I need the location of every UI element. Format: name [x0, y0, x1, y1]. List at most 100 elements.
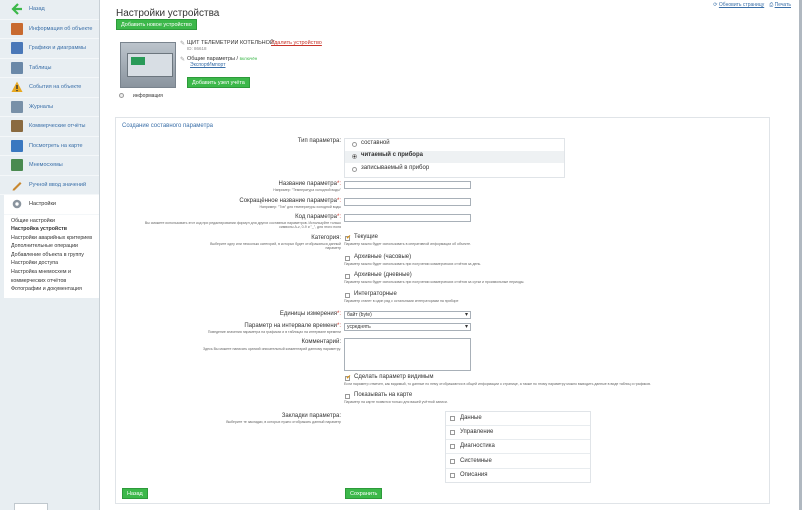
submenu-operations[interactable]: Дополнительные операции — [11, 242, 99, 251]
cat-integrator-label: Интегрaторные — [354, 291, 397, 297]
cat-current-label: Текущие — [354, 234, 378, 240]
device-image[interactable] — [120, 42, 176, 88]
type-label: Тип параметра: — [297, 138, 341, 144]
chart-icon — [11, 42, 23, 55]
export-link[interactable]: Экспорт — [190, 62, 209, 68]
code-input[interactable] — [344, 214, 471, 222]
submenu-photos[interactable]: Фотографии и документация — [11, 285, 99, 294]
type-option-composite: составной — [361, 140, 390, 146]
map-label: Показывать на карте — [354, 392, 413, 398]
submenu-access[interactable]: Настройки доступа — [11, 259, 99, 268]
comment-hint: Здесь Вы можете написать краткий описате… — [203, 347, 341, 351]
back-button[interactable]: Назад — [122, 488, 148, 499]
tab-diagnostics-checkbox[interactable] — [450, 444, 455, 449]
cat-daily-checkbox[interactable] — [345, 274, 350, 279]
main-content: Настройки устройства ⟳ Обновить страницу… — [100, 0, 802, 510]
name-input[interactable] — [344, 181, 471, 189]
nav-tables[interactable]: Таблицы — [0, 59, 99, 78]
unit-select[interactable]: байт (byte) — [344, 311, 471, 319]
cat-current-checkbox[interactable] — [345, 236, 350, 241]
submenu-general[interactable]: Общие настройки — [11, 217, 99, 226]
nav-back[interactable]: Назад — [0, 0, 99, 20]
interval-label: Параметр на интервале времени*: — [244, 323, 341, 329]
add-node-button[interactable]: Добавить узел учёта — [187, 77, 250, 88]
tab-row-control[interactable]: Управление — [446, 426, 590, 440]
tab-control-checkbox[interactable] — [450, 430, 455, 435]
interval-select[interactable]: усреднять — [344, 323, 471, 331]
cat-hourly-hint: Параметр можно будет использовать при по… — [344, 262, 482, 266]
visible-checkbox[interactable] — [345, 376, 350, 381]
mnemonic-icon — [11, 159, 23, 172]
nav-charts[interactable]: Графики и диаграммы — [0, 39, 99, 59]
refresh-link[interactable]: ⟳ Обновить страницу — [713, 2, 764, 8]
page-title: Настройки устройства — [116, 8, 220, 19]
add-device-button[interactable]: Добавить новое устройство — [116, 19, 197, 30]
submenu-mnemonics[interactable]: Настройка мнемосхем и — [11, 268, 99, 277]
tabs-hint: Выберите те закладки, в которых нужно от… — [226, 420, 341, 424]
map-hint: Параметр на карте появится только для ва… — [344, 400, 448, 404]
import-link[interactable]: Импорт — [208, 62, 225, 68]
comment-textarea[interactable] — [344, 338, 471, 371]
category-label: Категория: — [311, 235, 341, 241]
edit-icon[interactable]: ✎ — [180, 40, 185, 47]
tab-row-system[interactable]: Системные — [446, 455, 590, 469]
print-link[interactable]: ⎙ Печать — [769, 2, 791, 8]
params-edit-icon[interactable]: ✎ — [180, 56, 185, 63]
tab-data-checkbox[interactable] — [450, 416, 455, 421]
nav-events[interactable]: События на объекте — [0, 78, 99, 98]
code-label: Код параметра*: — [295, 214, 341, 220]
unit-label: Единицы измерения*: — [279, 311, 341, 317]
short-name-label: Сокращённое название параметра*: — [239, 198, 341, 204]
code-hint-2: символы A-z, 0-9 и "_", для этого поля — [279, 225, 341, 229]
delete-device-link[interactable]: Удалить устройство — [271, 40, 322, 46]
type-radio-write[interactable] — [352, 167, 357, 172]
map-icon — [11, 139, 23, 152]
nav-object-info[interactable]: Информация об объекте — [0, 20, 99, 39]
nav-journals[interactable]: Журналы — [0, 98, 99, 117]
refresh-icon: ⟳ — [713, 2, 718, 8]
cat-daily-label: Архивные (дневные) — [354, 272, 412, 278]
submenu-alarms[interactable]: Настройки аварийных критериев — [11, 234, 99, 243]
house-icon — [11, 22, 23, 35]
type-radio-read[interactable] — [352, 154, 357, 159]
type-radio-composite[interactable] — [352, 142, 357, 147]
nav-mnemonics[interactable]: Мнемосхемы — [0, 156, 99, 176]
short-name-input[interactable] — [344, 198, 471, 206]
top-links: ⟳ Обновить страницу ⎙ Печать — [713, 2, 791, 8]
print-icon: ⎙ — [769, 2, 774, 8]
submenu-mnemonics-cont[interactable]: коммерческих отчётов — [11, 277, 99, 286]
cat-integrator-checkbox[interactable] — [345, 293, 350, 298]
nav-manual-input[interactable]: Ручной ввод значений — [0, 176, 99, 195]
cat-daily-hint: Параметр можно будет использовать при по… — [344, 280, 525, 284]
back-arrow-icon — [11, 3, 22, 16]
save-button[interactable]: Сохранить — [345, 488, 383, 499]
cat-hourly-label: Архивные (часовые) — [354, 254, 412, 260]
tab-descriptions-checkbox[interactable] — [450, 473, 455, 478]
info-toggle-icon[interactable] — [119, 93, 124, 98]
tab-row-descriptions[interactable]: Описания — [446, 469, 590, 483]
settings-submenu: Общие настройки Настройка устройств Наст… — [4, 214, 99, 298]
visible-hint: Если параметр отмечен, как видимый, то д… — [344, 382, 651, 386]
warning-icon — [11, 81, 23, 93]
pencil-icon — [12, 181, 22, 191]
tab-row-data[interactable]: Данные — [446, 412, 590, 426]
nav-map[interactable]: Посмотреть на карте — [0, 137, 99, 156]
submenu-group[interactable]: Добавление объекта в группу — [11, 251, 99, 260]
tab-row-diagnostics[interactable]: Диагностика — [446, 440, 590, 454]
comment-label: Комментарий: — [301, 339, 341, 345]
cat-hourly-checkbox[interactable] — [345, 256, 350, 261]
info-label: информация — [133, 93, 163, 99]
table-icon — [11, 61, 23, 74]
clipboard-icon — [11, 120, 23, 133]
journal-icon — [11, 100, 23, 113]
cat-current-hint: Параметр можно будет использовать в опер… — [344, 242, 472, 246]
category-hint-1: Выберите одну или несколько категорий, в… — [210, 242, 341, 246]
submenu-devices[interactable]: Настройка устройств — [11, 225, 99, 234]
map-checkbox[interactable] — [345, 394, 350, 399]
tab-system-checkbox[interactable] — [450, 459, 455, 464]
bottom-tab[interactable] — [14, 503, 48, 510]
nav-settings[interactable]: Настройки — [4, 195, 99, 215]
nav-reports[interactable]: Коммерческие отчёты — [0, 117, 99, 137]
cat-integrator-hint: Параметр станет в один ряд с остальными … — [344, 299, 459, 303]
name-label: Название параметра*: — [278, 181, 341, 187]
